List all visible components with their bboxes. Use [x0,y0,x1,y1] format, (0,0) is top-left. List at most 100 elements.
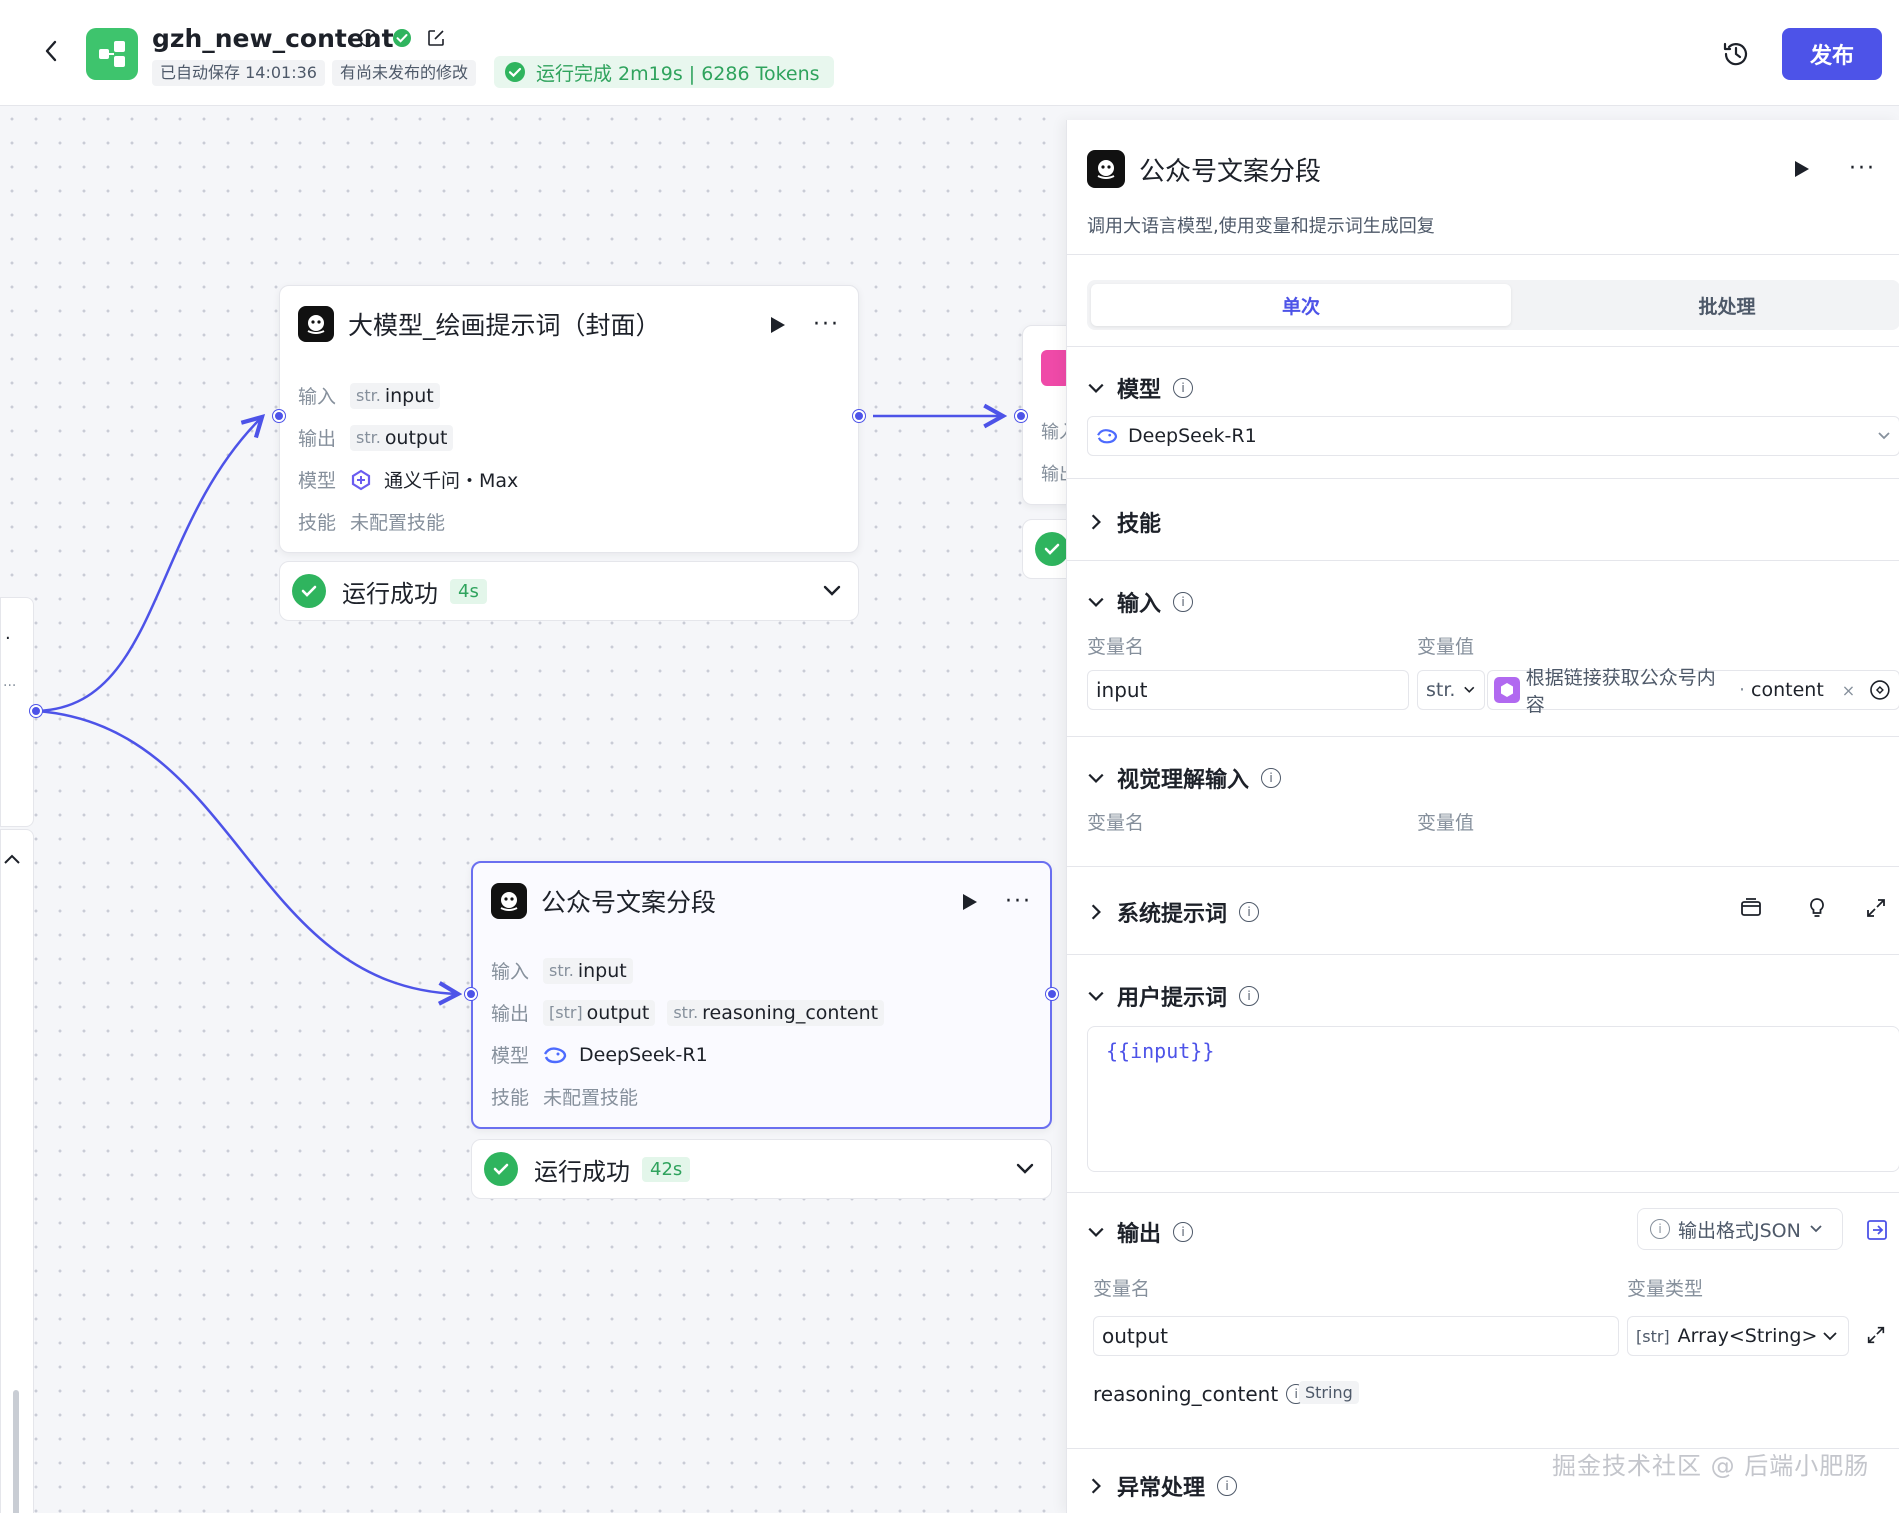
input-var-name-field[interactable]: input [1087,670,1409,710]
divider [1067,954,1899,955]
output-label: 输出 [298,428,337,450]
history-button[interactable] [1720,38,1752,70]
output-mapping-icon[interactable] [1865,1218,1889,1242]
section-system-prompt[interactable]: 系统提示词 i [1087,896,1260,928]
output-var-name-field[interactable]: output [1093,1316,1619,1356]
skill-label: 技能 [298,512,337,534]
section-input[interactable]: 输入 i [1087,586,1194,618]
success-check-icon [292,574,326,608]
node-title: 公众号文案分段 [541,888,717,917]
variable-picker-icon[interactable] [1869,679,1891,701]
expand-icon[interactable] [1864,896,1888,920]
info-icon[interactable]: i [1217,1476,1238,1496]
deepseek-icon [1097,429,1118,444]
reasoning-output-row: reasoning_content i [1093,1382,1307,1406]
play-icon[interactable] [961,892,979,912]
status-time: 4s [450,578,487,604]
status-text: 运行成功 [534,1157,630,1186]
draw-run-status[interactable]: 运行成功 4s [279,561,859,621]
next-run-status[interactable] [1022,519,1066,579]
play-icon[interactable] [769,315,787,335]
publish-button[interactable]: 发布 [1782,28,1882,80]
segment-input-port[interactable] [465,988,477,1000]
more-icon[interactable]: ··· [813,312,840,337]
divider [1067,254,1899,255]
section-model[interactable]: 模型 i [1087,372,1194,404]
chevron-down-icon [1464,686,1475,693]
draw-output-port[interactable] [853,410,865,422]
start-output-port[interactable] [30,705,42,717]
tab-single[interactable]: 单次 [1091,284,1511,326]
llm-icon [491,883,527,919]
edge-start-to-segment [36,709,458,994]
play-icon[interactable] [1793,159,1811,179]
section-exception[interactable]: 异常处理 i [1087,1470,1238,1502]
input-var-ref[interactable]: 根据链接获取公众号内容 · content × [1487,667,1899,716]
info-icon[interactable] [358,28,378,52]
tab-batch[interactable]: 批处理 [1517,284,1899,326]
input-label: 输入 [491,961,530,983]
start-node-partial[interactable]: · ··· [0,597,34,827]
workflow-canvas[interactable]: · ··· 大模型_绘画提示词（封面） ··· 输入 str. input 输出 … [0,107,1066,1513]
section-user-prompt[interactable]: 用户提示词 i [1087,980,1260,1012]
node-title: 大模型_绘画提示词（封面） [348,311,661,340]
model-value: DeepSeek-R1 [1128,425,1257,447]
expand-icon[interactable] [1865,1324,1887,1346]
col-var-value: 变量值 [1417,812,1475,834]
segment-output-port[interactable] [1046,988,1058,1000]
section-output[interactable]: 输出 i [1087,1216,1194,1248]
section-vision-input[interactable]: 视觉理解输入 i [1087,762,1282,794]
info-icon[interactable]: i [1261,768,1282,788]
chevron-right-icon [1091,514,1101,530]
more-dots-icon[interactable]: ··· [3,678,16,694]
status-text: 运行成功 [342,579,438,608]
edit-icon[interactable] [426,28,446,52]
panel-description: 调用大语言模型,使用变量和提示词生成回复 [1087,216,1435,237]
chevron-right-icon [1091,1478,1101,1494]
run-status-text: 运行完成 2m19s | 6286 Tokens [536,62,820,85]
info-icon[interactable]: i [1239,902,1260,922]
node-next-partial[interactable]: 输入 输出 [1022,325,1066,505]
scrollbar-thumb[interactable] [13,1390,19,1513]
lightbulb-icon[interactable] [1805,896,1829,920]
app-logo [86,28,138,80]
chevron-down-icon [1823,1332,1837,1341]
node-gzh-segment[interactable]: 公众号文案分段 ··· 输入 str. input 输出 [str] output … [471,861,1052,1129]
verified-check-icon [392,28,412,52]
user-prompt-editor[interactable]: {{input}} [1087,1026,1899,1172]
input-var-type-select[interactable]: str. [1417,670,1485,710]
divider [1067,866,1899,867]
info-icon[interactable]: i [1239,986,1260,1006]
chevron-down-icon[interactable] [1015,1162,1035,1176]
chevron-up-icon [4,854,20,864]
info-icon[interactable]: i [1173,592,1194,612]
more-icon[interactable]: ··· [1849,156,1876,181]
info-icon[interactable]: i [1173,378,1194,398]
info-icon[interactable]: i [1173,1222,1194,1242]
more-icon[interactable]: · [5,628,11,649]
chevron-down-icon[interactable] [822,584,842,598]
llm-icon [298,306,334,342]
chevron-down-icon [1088,773,1104,783]
model-select[interactable]: DeepSeek-R1 [1087,416,1899,456]
close-icon[interactable]: × [1842,681,1855,700]
output-label: 输出 [491,1003,530,1025]
output-var-type-select[interactable]: [str] Array<String> [1627,1316,1849,1356]
node-draw-prompt[interactable]: 大模型_绘画提示词（封面） ··· 输入 str. input 输出 str. ou… [279,285,859,553]
back-button[interactable] [36,36,66,66]
model-name: 通义千问・Max [384,470,519,492]
chevron-down-icon [1088,383,1104,393]
side-drawer-partial[interactable] [0,829,34,1513]
next-input-port[interactable] [1015,410,1027,422]
col-var-name: 变量名 [1087,636,1145,658]
prompt-library-icon[interactable] [1739,896,1763,920]
section-skills[interactable]: 技能 [1087,506,1161,538]
output-format-select[interactable]: i 输出格式JSON [1637,1208,1843,1250]
chevron-down-icon [1088,597,1104,607]
more-icon[interactable]: ··· [1005,889,1032,914]
draw-input-port[interactable] [273,410,285,422]
unpublished-tag: 有尚未发布的修改 [332,60,477,86]
run-status-badge[interactable]: 运行完成 2m19s | 6286 Tokens [494,56,834,88]
segment-run-status[interactable]: 运行成功 42s [471,1139,1052,1199]
prompt-variable: {{input}} [1106,1039,1215,1063]
